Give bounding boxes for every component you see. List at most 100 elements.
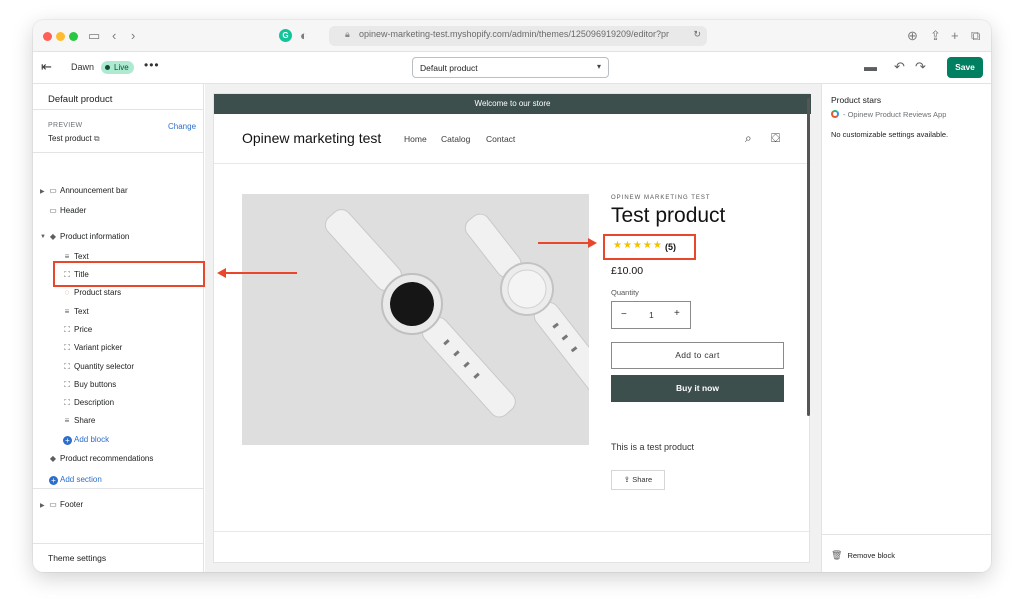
share-button[interactable]: ⇪ Share	[611, 470, 665, 490]
caret-down-icon[interactable]: ▼	[40, 234, 46, 240]
store-preview-frame: Welcome to our store Opinew marketing te…	[213, 93, 811, 563]
block-label: Buy buttons	[74, 380, 117, 389]
block-price[interactable]: ⛶ Price	[61, 323, 92, 337]
live-badge-label: Live	[114, 63, 129, 72]
maximize-window-button[interactable]	[69, 32, 78, 41]
share-icon[interactable]: ⇪	[930, 28, 941, 44]
grammarly-icon[interactable]: G	[279, 29, 292, 42]
privacy-shield-icon[interactable]: ◐	[300, 28, 308, 44]
nav-contact[interactable]: Contact	[486, 134, 515, 144]
block-variant-picker[interactable]: ⛶ Variant picker	[61, 341, 122, 355]
minimize-window-button[interactable]	[56, 32, 65, 41]
caret-right-icon[interactable]: ▶	[40, 502, 45, 509]
add-to-cart-button[interactable]: Add to cart	[611, 342, 784, 369]
plus-icon[interactable]: +	[674, 308, 680, 319]
preview-value-text: Test product	[48, 134, 92, 143]
block-quantity-selector[interactable]: ⛶ Quantity selector	[61, 360, 134, 374]
product-description: This is a test product	[611, 442, 695, 452]
tag-icon: ◆	[49, 232, 57, 241]
caret-right-icon[interactable]: ▶	[40, 188, 45, 195]
block-icon: ⛶	[64, 362, 70, 371]
preview-value[interactable]: Test product ⧉	[48, 134, 100, 144]
opinew-app-icon: ◌	[64, 288, 70, 297]
block-label: Share	[74, 416, 96, 425]
quantity-value[interactable]: 1	[649, 310, 654, 320]
minus-icon[interactable]: −	[621, 309, 627, 320]
external-link-icon: ⧉	[93, 134, 100, 143]
section-announcement-bar[interactable]: ▭ Announcement bar	[47, 184, 127, 198]
section-icon: ▭	[49, 500, 57, 509]
undo-icon[interactable]: ↶	[894, 59, 905, 75]
new-tab-icon[interactable]: +	[951, 28, 959, 44]
remove-block-button[interactable]: 🗑︎ Remove block	[831, 550, 895, 561]
browser-toolbar: ▭ ‹ › G ◐ 🔒︎ opinew-marketing-test.mysho…	[33, 20, 991, 52]
product-stars-block[interactable]: ★★★★★ (5)	[603, 234, 696, 260]
forward-icon[interactable]: ›	[131, 28, 135, 44]
block-icon: ⛶	[64, 398, 70, 407]
quantity-label: Quantity	[611, 288, 639, 297]
nav-home[interactable]: Home	[404, 134, 427, 144]
store-header: Opinew marketing test Home Catalog Conta…	[214, 114, 811, 164]
theme-settings-link[interactable]: Theme settings	[48, 553, 106, 563]
tabs-overview-icon[interactable]: ⧉	[971, 28, 980, 44]
block-label: Variant picker	[74, 343, 123, 352]
store-name[interactable]: Opinew marketing test	[242, 130, 381, 146]
chevron-down-icon: ▾	[596, 62, 601, 71]
section-product-recommendations[interactable]: ◆ Product recommendations	[47, 452, 153, 466]
back-icon[interactable]: ‹	[112, 28, 116, 44]
left-sidebar: Default product PREVIEW Change Test prod…	[33, 84, 205, 572]
divider	[822, 534, 991, 535]
rating-count: (5)	[665, 242, 676, 252]
block-buy-buttons[interactable]: ⛶ Buy buttons	[61, 378, 116, 392]
address-bar[interactable]: 🔒︎ opinew-marketing-test.myshopify.com/a…	[329, 26, 707, 46]
share-label: Share	[632, 475, 653, 484]
save-button[interactable]: Save	[947, 57, 983, 78]
cart-icon[interactable]: ⛋	[771, 131, 780, 146]
app-name: - Opinew Product Reviews App	[843, 110, 947, 119]
annotation-arrow-left	[225, 272, 297, 274]
product-image	[242, 194, 589, 445]
section-product-information[interactable]: ◆ Product information	[47, 230, 129, 244]
product-title: Test product	[611, 204, 726, 227]
annotation-highlight-box	[53, 261, 205, 287]
reload-icon[interactable]: ↻	[693, 29, 701, 40]
block-label: Description	[74, 398, 115, 407]
settings-note: No customizable settings available.	[831, 130, 949, 139]
block-text[interactable]: ≡ Text	[61, 305, 89, 319]
redo-icon[interactable]: ↷	[915, 59, 926, 75]
block-share[interactable]: ≡ Share	[61, 414, 96, 428]
close-window-button[interactable]	[43, 32, 52, 41]
block-description[interactable]: ⛶ Description	[61, 396, 114, 410]
exit-icon[interactable]: ⇤	[41, 59, 52, 75]
nav-catalog[interactable]: Catalog	[441, 134, 470, 144]
template-select[interactable]: Default product ▾	[412, 57, 609, 78]
divider	[33, 109, 204, 110]
quantity-stepper: − 1 +	[611, 301, 691, 329]
text-block-icon: ≡	[64, 416, 70, 425]
add-block-button[interactable]: + Add block	[63, 433, 109, 447]
add-section-button[interactable]: + Add section	[49, 473, 102, 487]
section-header[interactable]: ▭ Header	[47, 204, 86, 218]
app-attribution: - Opinew Product Reviews App	[831, 110, 946, 119]
sidebar-toggle-icon[interactable]: ▭	[88, 28, 100, 44]
search-icon[interactable]: ⌕	[745, 131, 752, 146]
section-icon: ▭	[49, 186, 57, 195]
preview-scrollbar[interactable]	[807, 98, 810, 416]
download-icon[interactable]: ⊕	[907, 28, 918, 44]
divider	[33, 488, 204, 489]
block-label: Product stars	[74, 288, 122, 297]
section-label: Footer	[60, 500, 84, 509]
buy-now-button[interactable]: Buy it now	[611, 375, 784, 402]
section-footer[interactable]: ▭ Footer	[47, 498, 83, 512]
more-actions-icon[interactable]: •••	[144, 58, 160, 72]
tag-icon: ◆	[49, 454, 57, 463]
change-preview-link[interactable]: Change	[168, 122, 196, 131]
divider	[33, 543, 204, 544]
block-product-stars[interactable]: ◌ Product stars	[61, 286, 122, 300]
trash-icon: 🗑︎	[831, 550, 843, 560]
desktop-preview-icon[interactable]: ▬	[864, 59, 877, 74]
url-text: opinew-marketing-test.myshopify.com/admi…	[359, 29, 669, 39]
share-icon: ⇪	[623, 475, 631, 484]
divider	[33, 152, 204, 153]
block-label: Price	[74, 325, 93, 334]
